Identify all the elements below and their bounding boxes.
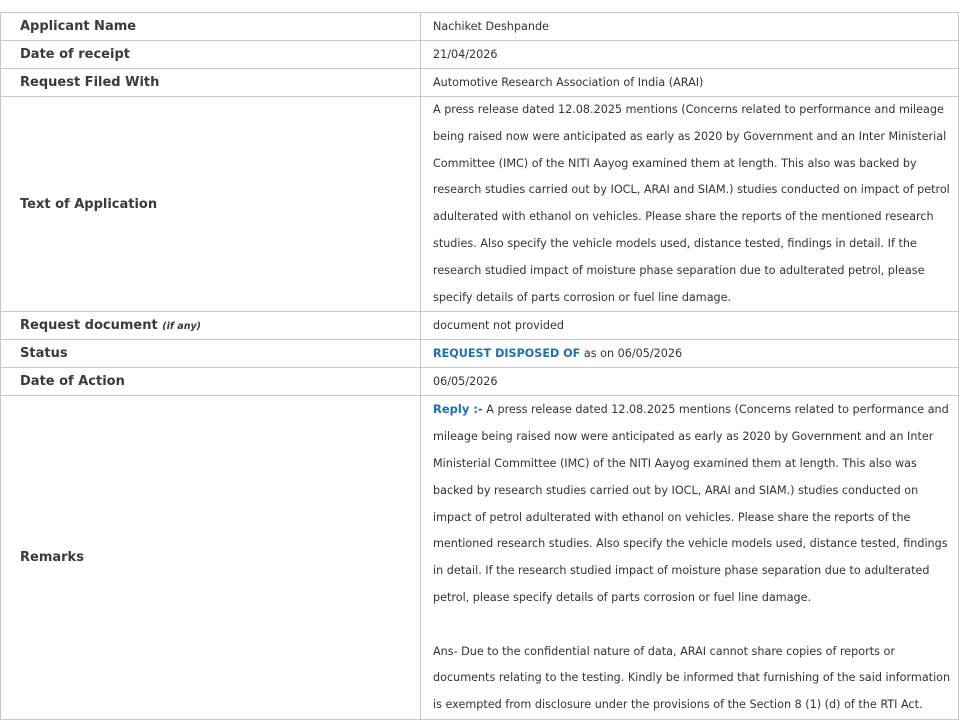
row-label: Remarks (0, 395, 421, 720)
rti-details-table: Applicant Name Nachiket Deshpande Date o… (0, 12, 959, 720)
remarks-cell: Reply :- A press release dated 12.08.202… (420, 395, 959, 720)
reply-text: A press release dated 12.08.2025 mention… (433, 403, 949, 604)
row-label: Status (0, 339, 421, 369)
application-text-cell: A press release dated 12.08.2025 mention… (420, 95, 959, 313)
table-row: Date of receipt 21/04/2026 (0, 40, 959, 69)
row-label: Applicant Name (0, 12, 421, 41)
row-label: Request Filed With (0, 68, 421, 97)
date-of-action-value: 06/05/2026 (420, 367, 959, 397)
status-cell: REQUEST DISPOSED OF as on 06/05/2026 (420, 339, 959, 369)
table-row: Request Filed With Automotive Research A… (0, 68, 959, 97)
reply-paragraph: Reply :- A press release dated 12.08.202… (433, 396, 956, 611)
table-row: Remarks Reply :- A press release dated 1… (0, 395, 959, 720)
if-any-note: (if any) (162, 321, 201, 333)
table-row: Status REQUEST DISPOSED OF as on 06/05/2… (0, 339, 959, 369)
row-label: Text of Application (0, 95, 421, 313)
table-row: Applicant Name Nachiket Deshpande (0, 12, 959, 41)
reply-label: Reply :- (433, 402, 483, 417)
status-date: as on 06/05/2026 (583, 347, 683, 361)
table-row: Text of Application A press release date… (0, 95, 959, 313)
row-label: Date of receipt (0, 40, 421, 69)
request-document-label: Request document (20, 318, 158, 334)
row-label: Date of Action (0, 367, 421, 397)
row-label: Request document (if any) (0, 311, 421, 341)
request-filed-with-value: Automotive Research Association of India… (420, 68, 959, 97)
table-row: Request document (if any) document not p… (0, 311, 959, 341)
answer-paragraph: Ans- Due to the confidential nature of d… (433, 644, 951, 712)
table-row: Date of Action 06/05/2026 (0, 367, 959, 397)
status-badge: REQUEST DISPOSED OF (433, 347, 581, 361)
application-text: A press release dated 12.08.2025 mention… (433, 103, 950, 304)
applicant-name-value: Nachiket Deshpande (420, 12, 959, 41)
request-document-value: document not provided (420, 311, 959, 341)
date-of-receipt-value: 21/04/2026 (420, 40, 959, 69)
